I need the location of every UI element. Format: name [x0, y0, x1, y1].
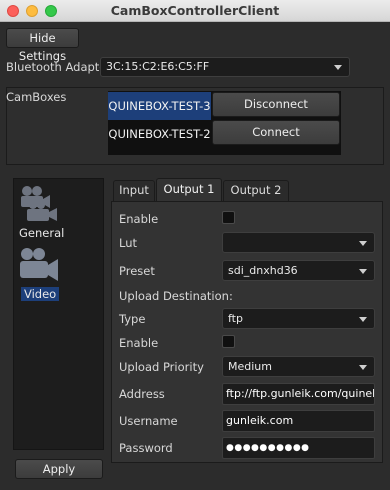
- password-label: Password: [119, 441, 173, 455]
- bluetooth-adapter-label: Bluetooth Adapter: [6, 60, 112, 74]
- username-input[interactable]: gunleik.com: [222, 410, 375, 432]
- upload-destination-label: Upload Destination:: [119, 289, 233, 303]
- type-value: ftp: [228, 312, 243, 325]
- type-select[interactable]: ftp: [222, 308, 375, 329]
- chevron-down-icon: [359, 364, 367, 370]
- connect-button[interactable]: Connect: [212, 120, 340, 145]
- address-input[interactable]: ftp://ftp.gunleik.com/quinebox: [222, 383, 375, 405]
- password-input[interactable]: ●●●●●●●●●●: [222, 437, 375, 459]
- lut-label: Lut: [119, 236, 138, 250]
- upload-priority-value: Medium: [228, 360, 272, 373]
- preset-select[interactable]: sdi_dnxhd36: [222, 260, 375, 281]
- apply-button[interactable]: Apply: [15, 459, 103, 479]
- window-title: CamBoxControllerClient: [110, 3, 280, 18]
- cambox-name-quinebox-test-3[interactable]: QUINEBOX-TEST-3: [108, 92, 211, 120]
- bluetooth-adapter-value: 3C:15:C2:E6:C5:FF: [106, 60, 210, 73]
- enable-label: Enable: [119, 212, 159, 226]
- tab-output-1[interactable]: Output 1: [156, 178, 222, 201]
- bluetooth-adapter-select[interactable]: 3C:15:C2:E6:C5:FF: [100, 57, 350, 77]
- upload-enable-checkbox[interactable]: [222, 335, 235, 348]
- lut-select[interactable]: [222, 232, 375, 253]
- sidebar-item-general[interactable]: General: [19, 226, 64, 240]
- preset-label: Preset: [119, 264, 155, 278]
- preset-value: sdi_dnxhd36: [228, 264, 298, 277]
- username-label: Username: [119, 414, 178, 428]
- enable-checkbox[interactable]: [222, 211, 235, 224]
- title-bar: CamBoxControllerClient: [0, 0, 390, 22]
- disconnect-button[interactable]: Disconnect: [212, 92, 340, 117]
- address-label: Address: [119, 387, 165, 401]
- tab-output-2[interactable]: Output 2: [223, 180, 289, 201]
- chevron-down-icon: [359, 316, 367, 322]
- chevron-down-icon: [359, 268, 367, 274]
- video-camera-icon[interactable]: [17, 245, 61, 290]
- type-label: Type: [119, 312, 146, 326]
- camboxes-label: CamBoxes: [6, 90, 67, 104]
- camera-icon[interactable]: [17, 183, 61, 228]
- chevron-down-icon: [359, 240, 367, 246]
- upload-priority-label: Upload Priority: [119, 360, 204, 374]
- hide-settings-button[interactable]: Hide Settings: [6, 28, 79, 63]
- cambox-name-quinebox-test-2[interactable]: QUINEBOX-TEST-2: [108, 120, 211, 148]
- chevron-down-icon: [334, 65, 342, 70]
- tab-input[interactable]: Input: [113, 180, 155, 201]
- sidebar-item-video[interactable]: Video: [21, 287, 60, 301]
- upload-priority-select[interactable]: Medium: [222, 356, 375, 377]
- upload-enable-label: Enable: [119, 336, 159, 350]
